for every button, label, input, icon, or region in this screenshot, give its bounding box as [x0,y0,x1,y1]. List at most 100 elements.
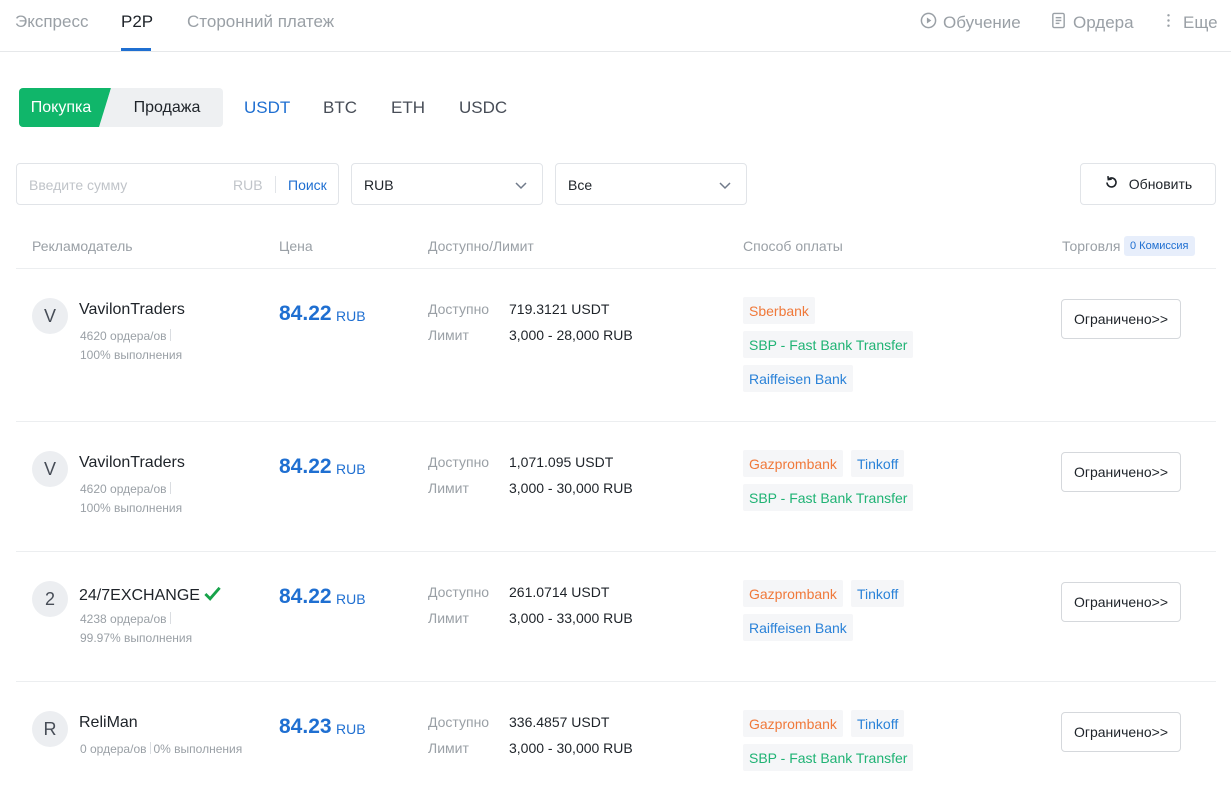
limit-label: Лимит [428,480,469,496]
orders-label: Ордера [1073,13,1134,32]
price-value: 84.23 [279,715,332,738]
payment-method-tag: Raiffeisen Bank [743,614,853,641]
header-payment-method: Способ оплаты [743,238,843,254]
restricted-trade-button[interactable]: Ограничено>> [1061,299,1181,339]
amount-placeholder: Введите сумму [29,177,128,193]
price-value: 84.22 [279,302,332,325]
price-value: 84.22 [279,585,332,608]
refresh-label: Обновить [1128,176,1193,192]
available-value: 1,071.095 USDT [509,454,614,470]
divider [149,742,151,754]
advertiser-name[interactable]: VavilonTraders [79,454,185,472]
payment-method-tag: Gazprombank [743,580,843,607]
advertiser-name-text: ReliMan [79,714,138,731]
coin-tab-usdt[interactable]: USDT [244,98,290,118]
tab-third-party-payment[interactable]: Сторонний платеж [187,12,334,32]
table-row: V VavilonTraders 4620 ордера/ов 100% вып… [0,269,1231,421]
payment-method-tag: Tinkoff [851,710,905,737]
advertiser-completion: 100% выполнения [80,501,183,515]
available-label: Доступно [428,584,490,600]
divider [169,329,171,341]
coin-tab-eth[interactable]: ETH [391,98,425,118]
header-advertiser: Рекламодатель [32,238,133,254]
advertiser-orders: 4238 ордера/ов [80,612,174,626]
table-row: 2 24/7EXCHANGE 4238 ордера/ов 99.97% вып… [0,552,1231,681]
orders-count: 0 ордера/ов [80,742,147,756]
document-icon [1050,12,1067,34]
sell-tab[interactable]: Продажа [111,88,223,127]
active-tab-indicator [121,48,151,51]
more-menu[interactable]: Еще [1160,12,1218,34]
search-button[interactable]: Поиск [288,177,327,193]
payment-method-tag: SBP - Fast Bank Transfer [743,484,914,511]
completion-rate: 0% выполнения [153,742,243,756]
available-label: Доступно [428,301,490,317]
payment-method-tag: SBP - Fast Bank Transfer [743,331,914,358]
orders-count: 4238 ордера/ов [80,612,167,626]
advertiser-stats: 0 ордера/ов 0% выполнения [80,742,242,756]
divider [275,176,276,193]
coin-tab-usdc[interactable]: USDC [459,98,507,118]
tab-express[interactable]: Экспресс [15,12,88,32]
price-value: 84.22 [279,455,332,478]
restricted-trade-button[interactable]: Ограничено>> [1061,712,1181,752]
available-value: 719.3121 USDT [509,301,610,317]
header-price: Цена [279,238,313,254]
payment-method-tag: SBP - Fast Bank Transfer [743,744,914,771]
avatar: 2 [32,581,68,617]
play-icon [920,12,937,34]
orders-link[interactable]: Ордера [1050,12,1134,34]
limit-value: 3,000 - 33,000 RUB [509,610,633,626]
advertiser-name[interactable]: 24/7EXCHANGE [79,584,222,608]
limit-label: Лимит [428,740,469,756]
available-value: 336.4857 USDT [509,714,610,730]
restricted-trade-button[interactable]: Ограничено>> [1061,582,1181,622]
price-currency: RUB [336,461,366,477]
verified-check-icon [203,584,222,608]
limit-label: Лимит [428,610,469,626]
chevron-down-icon [514,178,528,192]
avatar: V [32,451,68,487]
advertiser-name[interactable]: VavilonTraders [79,301,185,319]
price-currency: RUB [336,721,366,737]
divider [169,612,171,624]
top-navigation: Экспресс P2P Сторонний платеж Обучение О… [0,0,1231,52]
price-currency: RUB [336,308,366,324]
tab-p2p[interactable]: P2P [121,12,153,32]
fiat-select[interactable]: RUB [351,163,543,205]
limit-label: Лимит [428,327,469,343]
payment-method-tag: Sberbank [743,297,815,324]
amount-currency: RUB [233,177,263,193]
advertiser-orders: 4620 ордера/ов [80,329,174,343]
limit-value: 3,000 - 28,000 RUB [509,327,633,343]
payment-method-tag: Tinkoff [851,450,905,477]
avatar: V [32,298,68,334]
table-row: R ReliMan 0 ордера/ов 0% выполнения 84.23… [0,682,1231,796]
payment-method-tag: Tinkoff [851,580,905,607]
payment-select[interactable]: Все [555,163,747,205]
limit-value: 3,000 - 30,000 RUB [509,740,633,756]
table-row: V VavilonTraders 4620 ордера/ов 100% вып… [0,422,1231,551]
limit-value: 3,000 - 30,000 RUB [509,480,633,496]
advertiser-completion: 100% выполнения [80,348,183,362]
tutorial-link[interactable]: Обучение [920,12,1021,34]
tutorial-label: Обучение [943,13,1021,32]
advertiser-name-text: VavilonTraders [79,301,185,318]
buy-tab[interactable]: Покупка [19,88,111,127]
more-vertical-icon [1160,12,1177,34]
chevron-down-icon [718,178,732,192]
available-label: Доступно [428,454,490,470]
coin-tab-btc[interactable]: BTC [323,98,357,118]
header-trade: Торговля [1062,238,1121,254]
amount-input[interactable]: Введите сумму RUB Поиск [16,163,339,205]
advertiser-name[interactable]: ReliMan [79,714,138,732]
payment-select-value: Все [568,177,593,193]
refresh-button[interactable]: Обновить [1080,163,1216,205]
orders-count: 4620 ордера/ов [80,329,167,343]
avatar: R [32,711,68,747]
available-label: Доступно [428,714,490,730]
restricted-trade-button[interactable]: Ограничено>> [1061,452,1181,492]
divider [169,482,171,494]
refresh-icon [1104,175,1119,193]
payment-method-tag: Gazprombank [743,450,843,477]
